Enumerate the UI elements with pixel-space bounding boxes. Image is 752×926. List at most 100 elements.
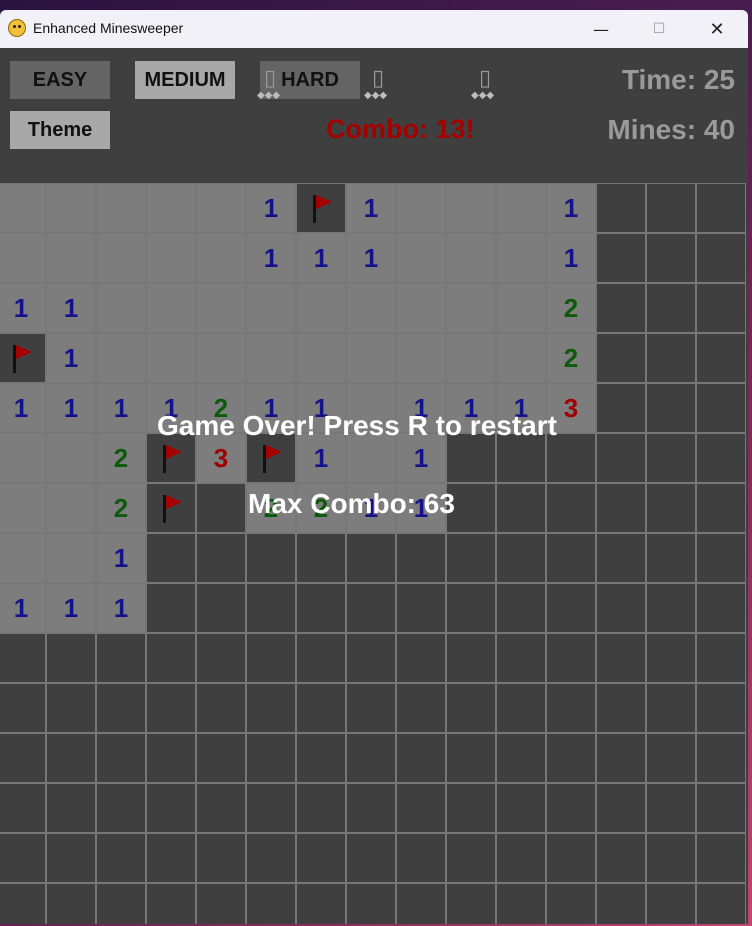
- hidden-cell[interactable]: [0, 683, 46, 733]
- flagged-cell[interactable]: [146, 483, 196, 533]
- hidden-cell[interactable]: [246, 883, 296, 924]
- hidden-cell[interactable]: [646, 383, 696, 433]
- hidden-cell[interactable]: [396, 683, 446, 733]
- hidden-cell[interactable]: [46, 783, 96, 833]
- hidden-cell[interactable]: [446, 533, 496, 583]
- hidden-cell[interactable]: [696, 483, 746, 533]
- hidden-cell[interactable]: [396, 733, 446, 783]
- hidden-cell[interactable]: [146, 583, 196, 633]
- hidden-cell[interactable]: [646, 733, 696, 783]
- hidden-cell[interactable]: [546, 833, 596, 883]
- number-cell[interactable]: 1: [0, 383, 46, 433]
- hidden-cell[interactable]: [146, 633, 196, 683]
- hidden-cell[interactable]: [296, 533, 346, 583]
- flagged-cell[interactable]: [0, 333, 46, 383]
- revealed-cell[interactable]: [96, 233, 146, 283]
- hidden-cell[interactable]: [146, 533, 196, 583]
- hidden-cell[interactable]: [596, 833, 646, 883]
- hidden-cell[interactable]: [346, 883, 396, 924]
- hidden-cell[interactable]: [646, 283, 696, 333]
- theme-button[interactable]: Theme: [10, 111, 110, 149]
- number-cell[interactable]: 1: [46, 333, 96, 383]
- hidden-cell[interactable]: [696, 183, 746, 233]
- revealed-cell[interactable]: [396, 333, 446, 383]
- hidden-cell[interactable]: [96, 733, 146, 783]
- hidden-cell[interactable]: [0, 783, 46, 833]
- hidden-cell[interactable]: [96, 683, 146, 733]
- hidden-cell[interactable]: [646, 483, 696, 533]
- hidden-cell[interactable]: [246, 733, 296, 783]
- hidden-cell[interactable]: [446, 733, 496, 783]
- number-cell[interactable]: 1: [96, 583, 146, 633]
- revealed-cell[interactable]: [446, 183, 496, 233]
- hidden-cell[interactable]: [296, 633, 346, 683]
- minimize-button[interactable]: —: [572, 10, 630, 48]
- revealed-cell[interactable]: [396, 183, 446, 233]
- number-cell[interactable]: 1: [546, 233, 596, 283]
- hidden-cell[interactable]: [646, 883, 696, 924]
- revealed-cell[interactable]: [196, 283, 246, 333]
- hidden-cell[interactable]: [596, 283, 646, 333]
- hidden-cell[interactable]: [646, 833, 696, 883]
- hidden-cell[interactable]: [596, 333, 646, 383]
- hidden-cell[interactable]: [496, 483, 546, 533]
- hidden-cell[interactable]: [96, 633, 146, 683]
- revealed-cell[interactable]: [496, 183, 546, 233]
- number-cell[interactable]: 1: [346, 183, 396, 233]
- hidden-cell[interactable]: [246, 583, 296, 633]
- hidden-cell[interactable]: [646, 233, 696, 283]
- revealed-cell[interactable]: [246, 333, 296, 383]
- number-cell[interactable]: 1: [346, 233, 396, 283]
- hidden-cell[interactable]: [696, 783, 746, 833]
- flagged-cell[interactable]: [296, 183, 346, 233]
- hidden-cell[interactable]: [296, 683, 346, 733]
- number-cell[interactable]: 1: [46, 383, 96, 433]
- hidden-cell[interactable]: [446, 833, 496, 883]
- hidden-cell[interactable]: [246, 633, 296, 683]
- hidden-cell[interactable]: [296, 733, 346, 783]
- hidden-cell[interactable]: [146, 683, 196, 733]
- hidden-cell[interactable]: [296, 883, 346, 924]
- revealed-cell[interactable]: [446, 283, 496, 333]
- hidden-cell[interactable]: [596, 733, 646, 783]
- revealed-cell[interactable]: [146, 183, 196, 233]
- hidden-cell[interactable]: [296, 833, 346, 883]
- revealed-cell[interactable]: [146, 283, 196, 333]
- hidden-cell[interactable]: [346, 533, 396, 583]
- number-cell[interactable]: 1: [46, 583, 96, 633]
- hidden-cell[interactable]: [396, 783, 446, 833]
- hidden-cell[interactable]: [46, 883, 96, 924]
- revealed-cell[interactable]: [0, 433, 46, 483]
- hidden-cell[interactable]: [696, 383, 746, 433]
- revealed-cell[interactable]: [496, 233, 546, 283]
- hidden-cell[interactable]: [596, 183, 646, 233]
- hidden-cell[interactable]: [546, 683, 596, 733]
- number-cell[interactable]: 2: [96, 483, 146, 533]
- revealed-cell[interactable]: [196, 233, 246, 283]
- number-cell[interactable]: 1: [96, 383, 146, 433]
- hidden-cell[interactable]: [546, 733, 596, 783]
- revealed-cell[interactable]: [0, 183, 46, 233]
- hidden-cell[interactable]: [596, 483, 646, 533]
- number-cell[interactable]: 2: [546, 283, 596, 333]
- revealed-cell[interactable]: [96, 333, 146, 383]
- hidden-cell[interactable]: [496, 683, 546, 733]
- hidden-cell[interactable]: [0, 633, 46, 683]
- hidden-cell[interactable]: [146, 883, 196, 924]
- hidden-cell[interactable]: [296, 583, 346, 633]
- hidden-cell[interactable]: [246, 533, 296, 583]
- hidden-cell[interactable]: [346, 833, 396, 883]
- hidden-cell[interactable]: [596, 433, 646, 483]
- number-cell[interactable]: 1: [96, 533, 146, 583]
- revealed-cell[interactable]: [46, 233, 96, 283]
- hidden-cell[interactable]: [496, 833, 546, 883]
- revealed-cell[interactable]: [196, 183, 246, 233]
- number-cell[interactable]: 1: [0, 283, 46, 333]
- hidden-cell[interactable]: [96, 783, 146, 833]
- hidden-cell[interactable]: [346, 783, 396, 833]
- hidden-cell[interactable]: [596, 633, 646, 683]
- hidden-cell[interactable]: [346, 683, 396, 733]
- hidden-cell[interactable]: [146, 783, 196, 833]
- hidden-cell[interactable]: [96, 833, 146, 883]
- hidden-cell[interactable]: [196, 683, 246, 733]
